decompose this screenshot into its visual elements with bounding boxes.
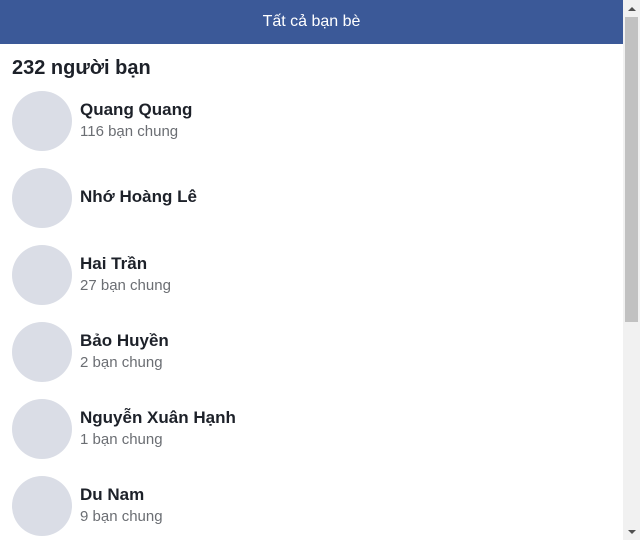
mutual-friends-count: 27 bạn chung — [80, 277, 171, 294]
avatar[interactable] — [12, 91, 72, 151]
friend-item[interactable]: Nguyễn Xuân Hạnh 1 bạn chung — [0, 399, 623, 476]
scroll-up-icon — [627, 6, 636, 11]
scroll-up-button[interactable] — [623, 0, 640, 17]
page-title: Tất cả bạn bè — [262, 13, 361, 30]
friend-item[interactable]: Hai Trần 27 bạn chung — [0, 245, 623, 322]
friends-list-panel: 232 người bạn Quang Quang 116 bạn chung … — [0, 44, 623, 540]
scroll-down-button[interactable] — [623, 523, 640, 540]
friend-name[interactable]: Nhớ Hoàng Lê — [80, 187, 197, 207]
friend-name[interactable]: Nguyễn Xuân Hạnh — [80, 408, 236, 428]
header-bar: Tất cả bạn bè — [0, 0, 623, 44]
scrollbar-thumb[interactable] — [625, 17, 638, 322]
friend-name[interactable]: Hai Trần — [80, 254, 147, 274]
mutual-friends-count: 2 bạn chung — [80, 354, 163, 371]
friend-name[interactable]: Bảo Huyền — [80, 331, 169, 351]
avatar[interactable] — [12, 322, 72, 382]
friend-count-title: 232 người bạn — [12, 57, 151, 79]
avatar[interactable] — [12, 399, 72, 459]
avatar[interactable] — [12, 476, 72, 536]
avatar[interactable] — [12, 168, 72, 228]
friend-name[interactable]: Quang Quang — [80, 100, 192, 120]
vertical-scrollbar[interactable] — [623, 0, 640, 540]
mutual-friends-count: 9 bạn chung — [80, 508, 163, 525]
mutual-friends-count: 116 bạn chung — [80, 123, 179, 140]
friend-item[interactable]: Quang Quang 116 bạn chung — [0, 91, 623, 168]
friend-item[interactable]: Nhớ Hoàng Lê — [0, 168, 623, 245]
avatar[interactable] — [12, 245, 72, 305]
mutual-friends-count: 1 bạn chung — [80, 431, 163, 448]
scroll-down-icon — [627, 529, 636, 534]
friend-item[interactable]: Du Nam 9 bạn chung — [0, 476, 623, 540]
friend-item[interactable]: Bảo Huyền 2 bạn chung — [0, 322, 623, 399]
friend-name[interactable]: Du Nam — [80, 485, 144, 505]
